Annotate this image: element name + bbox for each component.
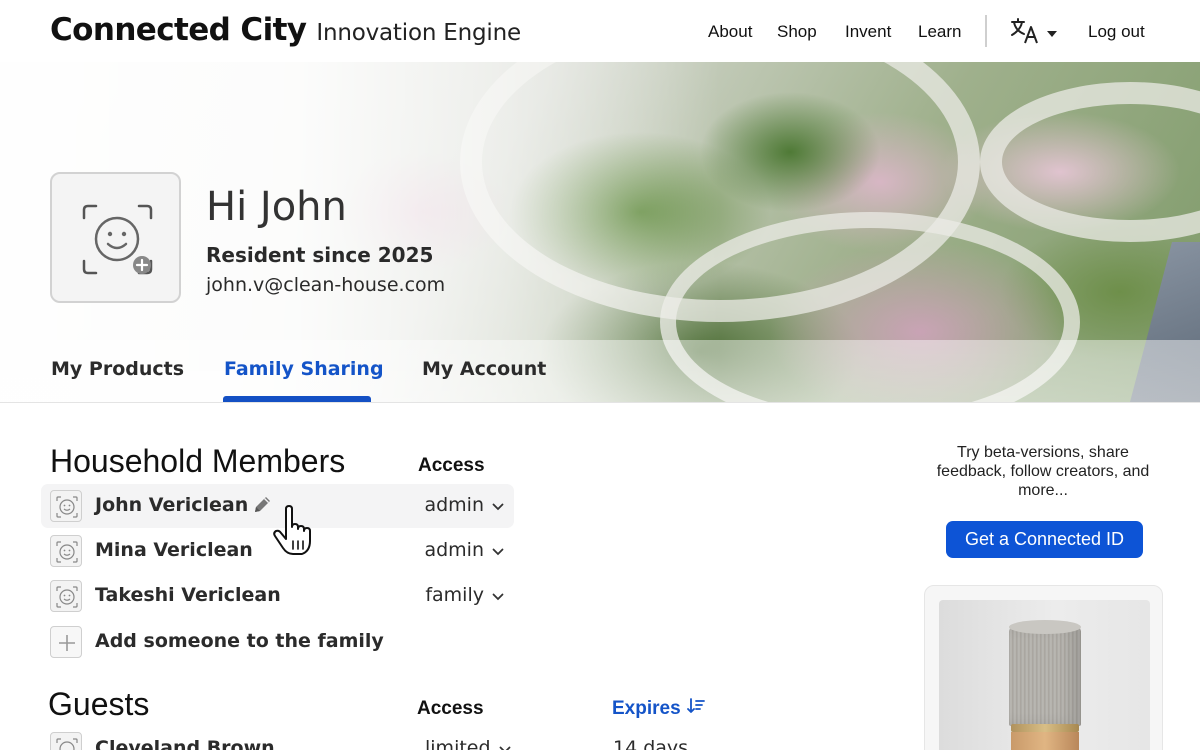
guests-access-header: Access	[417, 698, 484, 719]
tab-family-sharing[interactable]: Family Sharing	[224, 358, 384, 380]
household-members-heading: Household Members	[50, 443, 346, 479]
expires-label: Expires	[612, 698, 681, 719]
nav-learn[interactable]: Learn	[918, 22, 961, 42]
access-dropdown[interactable]: admin	[424, 539, 504, 561]
household-member-row[interactable]: Takeshi Vericlean family	[41, 574, 514, 618]
tab-my-account[interactable]: My Account	[422, 358, 546, 380]
access-value: admin	[424, 494, 484, 516]
nav-invent[interactable]: Invent	[845, 22, 891, 42]
household-access-header: Access	[418, 455, 485, 476]
member-name: John Vericlean	[95, 494, 249, 516]
account-email: john.v@clean-house.com	[206, 274, 446, 296]
member-name: Takeshi Vericlean	[95, 584, 281, 606]
get-connected-id-button[interactable]: Get a Connected ID	[946, 521, 1143, 558]
smart-speaker-image	[939, 600, 1150, 750]
connected-id-promo-text: Try beta-versions, share feedback, follo…	[936, 444, 1150, 499]
chevron-down-icon	[492, 494, 504, 516]
guest-avatar	[50, 732, 82, 750]
chevron-down-icon	[492, 539, 504, 561]
guest-access-value: limited	[425, 737, 491, 750]
access-dropdown[interactable]: family	[425, 584, 504, 606]
speaker-top	[1009, 620, 1081, 634]
tab-my-products[interactable]: My Products	[51, 358, 184, 380]
speaker-wooden-base	[1011, 732, 1079, 750]
member-name: Mina Vericlean	[95, 539, 253, 561]
chevron-down-icon	[499, 737, 511, 750]
guest-name: Cleveland Brown	[95, 737, 275, 750]
nav-about[interactable]: About	[708, 22, 752, 42]
product-card[interactable]	[924, 585, 1163, 750]
pencil-icon[interactable]	[251, 494, 273, 521]
guest-access-dropdown[interactable]: limited	[425, 737, 511, 750]
caret-down-icon	[1046, 25, 1058, 43]
plus-icon	[50, 626, 82, 658]
brand-logo[interactable]: Connected City Innovation Engine	[50, 12, 521, 48]
speaker-ring	[1011, 724, 1079, 732]
translate-icon	[1010, 17, 1040, 50]
add-family-member-button[interactable]: Add someone to the family	[41, 620, 514, 664]
member-avatar	[50, 580, 82, 612]
nav-divider	[985, 15, 987, 47]
logout-link[interactable]: Log out	[1088, 22, 1145, 42]
language-selector[interactable]	[1010, 17, 1058, 50]
resident-since-text: Resident since 2025	[206, 243, 434, 267]
guests-heading: Guests	[48, 686, 150, 722]
greeting-heading: Hi John	[206, 184, 347, 230]
expires-sort-header[interactable]: Expires	[612, 698, 705, 720]
access-value: admin	[424, 539, 484, 561]
brand-tagline: Innovation Engine	[316, 20, 521, 46]
nav-shop[interactable]: Shop	[777, 22, 817, 42]
chevron-down-icon	[492, 584, 504, 606]
hand-pointer-cursor-icon	[272, 505, 322, 562]
access-value: family	[425, 584, 484, 606]
face-scan-icon	[82, 204, 153, 275]
profile-banner: Hi John Resident since 2025 john.v@clean…	[0, 62, 1200, 402]
profile-avatar-upload[interactable]	[50, 172, 181, 303]
speaker-body	[1009, 626, 1081, 726]
member-avatar	[50, 490, 82, 522]
guest-expires-value: 14 days	[613, 737, 689, 750]
brand-name: Connected City	[50, 12, 307, 48]
access-dropdown[interactable]: admin	[424, 494, 504, 516]
add-member-label: Add someone to the family	[95, 630, 384, 652]
member-avatar	[50, 535, 82, 567]
tab-divider	[0, 402, 1200, 403]
top-bar: Connected City Innovation Engine About S…	[0, 0, 1200, 62]
sort-descending-icon	[686, 698, 705, 720]
